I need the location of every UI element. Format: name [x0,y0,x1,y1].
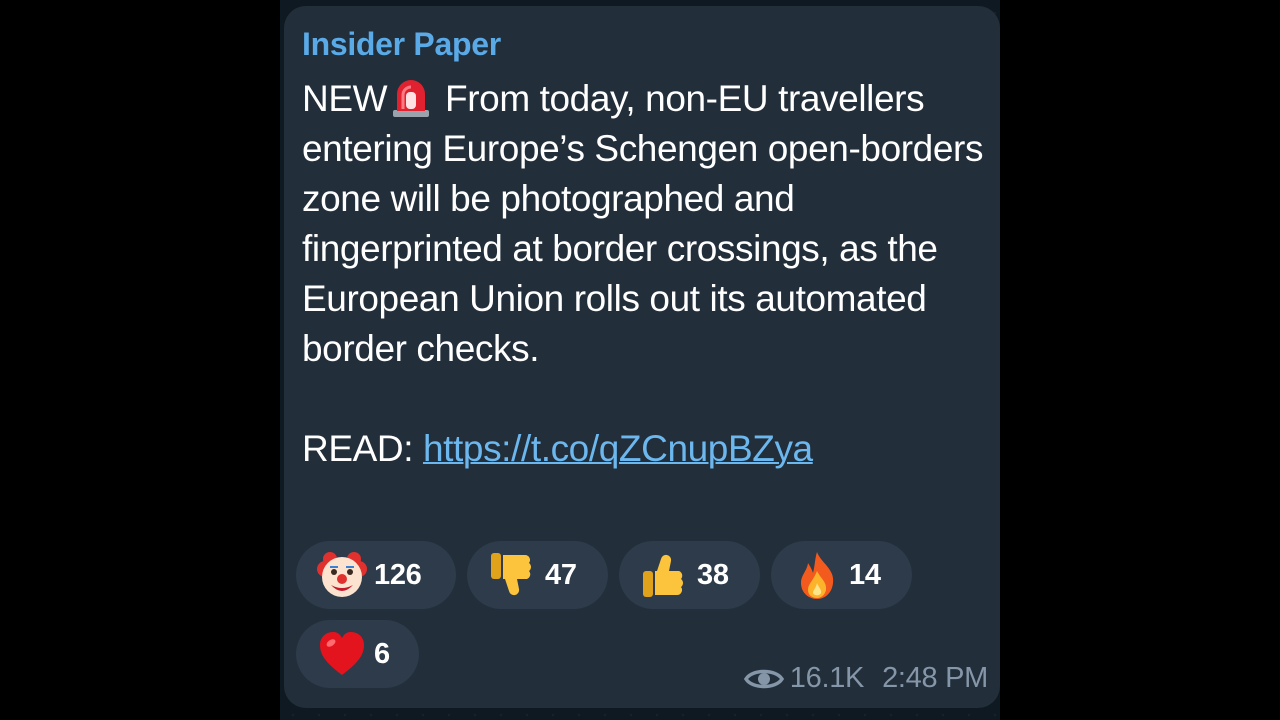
eye-icon [743,669,784,688]
channel-name[interactable]: Insider Paper [302,26,501,63]
message-text: NEW From today, non-EU travellers enteri… [302,74,992,474]
read-line: READ: https://t.co/qZCnupBZya [302,424,992,474]
reaction-clown[interactable]: 126 [296,541,456,609]
headline-prefix: NEW [302,78,388,119]
reaction-count: 47 [545,558,577,591]
message-meta: 16.1K 2:48 PM [743,662,988,695]
reaction-heart[interactable]: 6 [296,620,419,688]
thumbs-up-icon [643,554,683,597]
fire-icon [801,552,834,599]
article-link[interactable]: https://t.co/qZCnupBZya [423,428,813,469]
read-label: READ: [302,428,414,469]
message-body-text: From today, non-EU travellers entering E… [302,78,984,369]
siren-icon [391,76,431,118]
reaction-count: 38 [697,558,729,591]
reaction-fire[interactable]: 14 [771,541,912,609]
reaction-thumbs-down[interactable]: 47 [467,541,608,609]
reaction-count: 126 [374,558,422,591]
message-time: 2:48 PM [882,662,988,694]
reaction-thumbs-up[interactable]: 38 [619,541,760,609]
clown-face-icon [317,552,367,597]
view-count: 16.1K [789,662,865,694]
red-heart-icon [320,632,364,675]
message-body-paragraph: NEW From today, non-EU travellers enteri… [302,74,992,374]
reaction-count: 6 [374,637,390,670]
reaction-count: 14 [849,558,881,591]
thumbs-down-icon [491,553,531,596]
